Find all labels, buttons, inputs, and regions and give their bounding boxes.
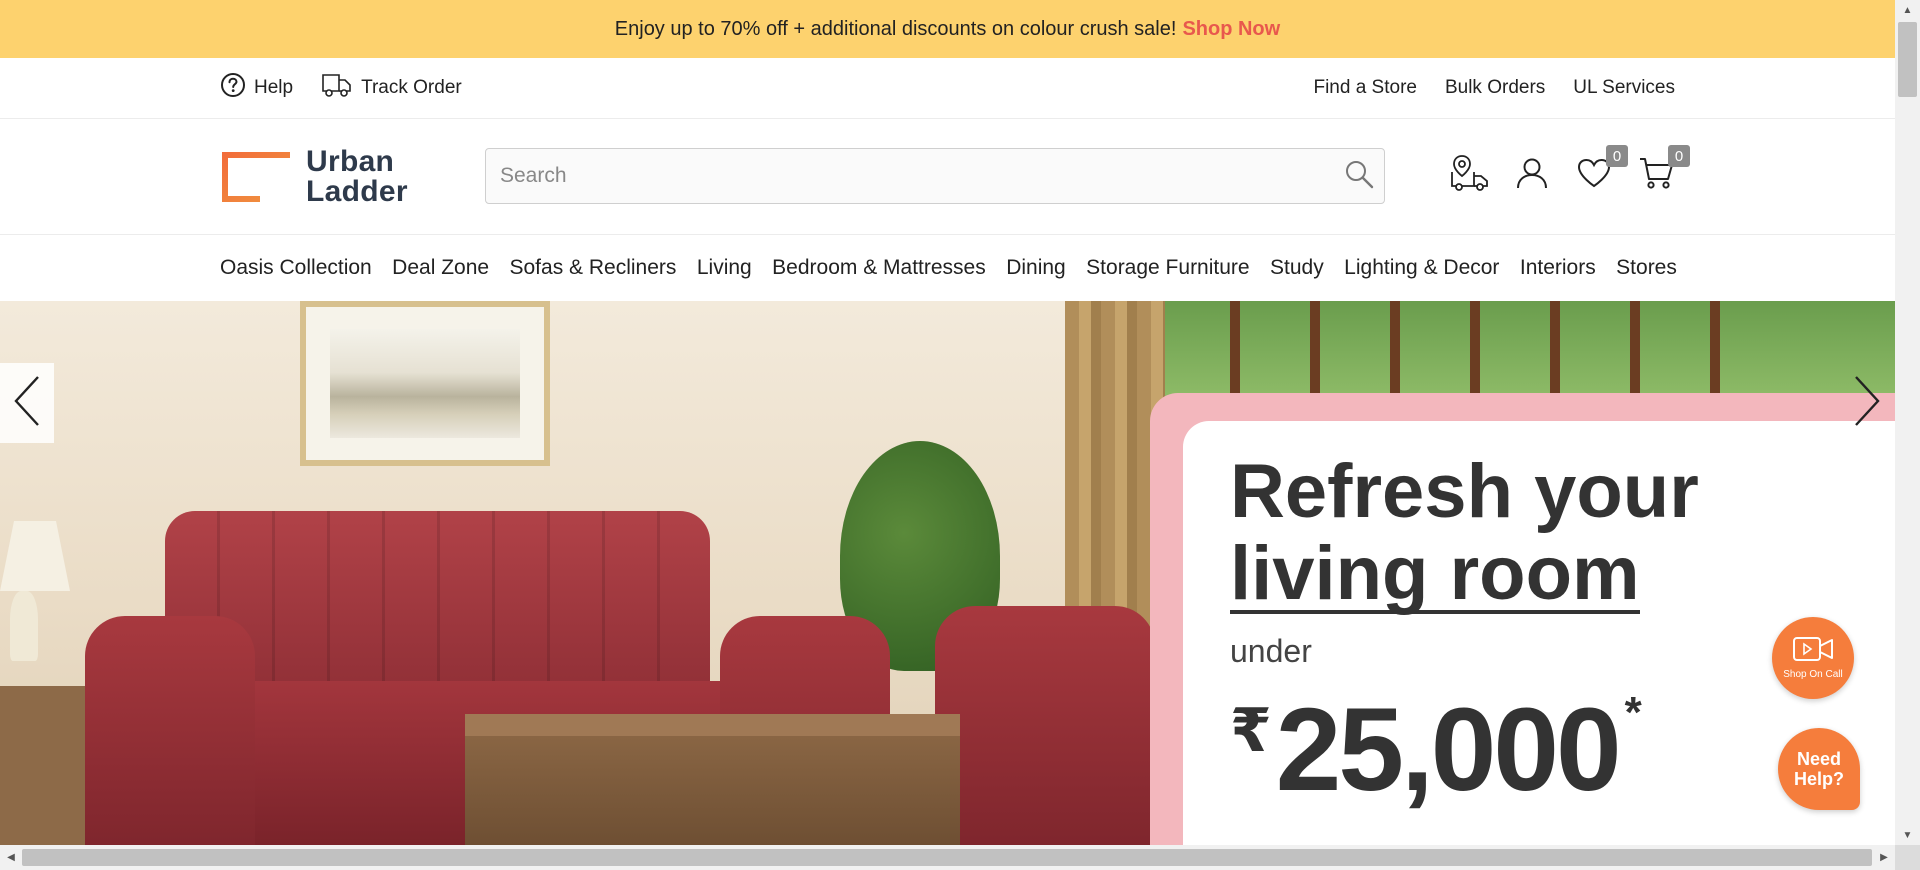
store-delivery-button[interactable] <box>1450 154 1490 197</box>
scroll-up-arrow-icon[interactable]: ▲ <box>1895 0 1920 20</box>
logo-line-1: Urban <box>306 144 395 178</box>
search-bar <box>485 148 1385 204</box>
hero-title: Refresh your living room <box>1230 451 1699 615</box>
location-truck-icon <box>1450 154 1490 197</box>
track-order-label: Track Order <box>361 77 462 98</box>
bulk-orders-link[interactable]: Bulk Orders <box>1445 77 1545 99</box>
nav-item-sofas-recliners[interactable]: Sofas & Recliners <box>510 256 677 280</box>
hero-under-text: under <box>1230 633 1312 669</box>
shop-now-link[interactable]: Shop Now <box>1182 18 1280 41</box>
video-camera-icon <box>1792 636 1834 665</box>
logo-line-2: Ladder <box>306 174 408 208</box>
carousel-next-button[interactable] <box>1840 363 1894 443</box>
nav-item-storage-furniture[interactable]: Storage Furniture <box>1086 256 1249 280</box>
page: Enjoy up to 70% off + additional discoun… <box>0 0 1895 845</box>
search-input[interactable] <box>486 149 1334 203</box>
price-asterisk: * <box>1624 688 1642 737</box>
nav-item-oasis-collection[interactable]: Oasis Collection <box>220 256 372 280</box>
site-header: Urban Ladder Search 0 0 <box>0 119 1895 235</box>
scrollbar-corner <box>1895 845 1920 870</box>
logo-text: Urban Ladder <box>306 144 408 208</box>
shop-on-call-label: Shop On Call <box>1783 669 1843 680</box>
carousel-prev-button[interactable] <box>0 363 54 443</box>
nav-item-dining[interactable]: Dining <box>1006 256 1066 280</box>
utility-left: Help Track Order <box>220 71 462 105</box>
scroll-left-arrow-icon[interactable]: ◀ <box>0 845 22 870</box>
cart-button[interactable]: 0 <box>1636 145 1690 195</box>
help-link[interactable]: Help <box>220 72 293 104</box>
help-label: Help <box>254 77 294 98</box>
armchair <box>935 606 1155 845</box>
vertical-scroll-thumb[interactable] <box>1898 22 1917 97</box>
lamp-base <box>10 591 38 661</box>
nav-item-bedroom-mattresses[interactable]: Bedroom & Mattresses <box>772 256 986 280</box>
nav-item-interiors[interactable]: Interiors <box>1520 256 1596 280</box>
nav-item-living[interactable]: Living <box>697 256 752 280</box>
search-button[interactable] <box>1334 151 1384 201</box>
chevron-right-icon <box>1852 373 1882 434</box>
coffee-table-top <box>465 714 960 736</box>
hero-title-line-1: Refresh your <box>1230 449 1699 534</box>
nav-item-study[interactable]: Study <box>1270 256 1324 280</box>
search-icon <box>1344 159 1374 194</box>
header-icons: 0 0 <box>1450 145 1690 197</box>
logo-mark-icon <box>220 150 292 204</box>
help-circle-icon <box>220 72 246 104</box>
wall-art-frame <box>300 301 550 466</box>
promo-text: Enjoy up to 70% off + additional discoun… <box>614 17 1177 40</box>
chevron-left-icon <box>12 373 42 434</box>
need-help-chat-button[interactable]: Need Help? <box>1778 728 1860 810</box>
sofa-left-arm <box>85 616 255 845</box>
account-button[interactable] <box>1512 155 1552 195</box>
delivery-truck-icon <box>321 71 353 105</box>
rupee-symbol: ₹ <box>1230 697 1272 764</box>
utility-right: Find a Store Bulk Orders UL Services <box>1313 77 1675 99</box>
horizontal-scroll-thumb[interactable] <box>22 849 1872 866</box>
cart-count-badge: 0 <box>1668 145 1690 167</box>
find-store-link[interactable]: Find a Store <box>1313 77 1417 99</box>
horizontal-scrollbar[interactable]: ◀ ▶ <box>0 845 1895 870</box>
wishlist-count-badge: 0 <box>1606 145 1628 167</box>
promo-bar: Enjoy up to 70% off + additional discoun… <box>0 0 1895 58</box>
urban-ladder-logo[interactable]: Urban Ladder <box>220 144 485 208</box>
utility-bar: Help Track Order Find a Store Bulk Order… <box>0 58 1895 119</box>
wishlist-button[interactable]: 0 <box>1574 145 1628 195</box>
nav-item-lighting-decor[interactable]: Lighting & Decor <box>1344 256 1499 280</box>
price-amount: 25,000 <box>1275 684 1622 816</box>
scroll-right-arrow-icon[interactable]: ▶ <box>1873 845 1895 870</box>
window-frame <box>1160 301 1780 401</box>
ul-services-link[interactable]: UL Services <box>1573 77 1675 99</box>
nav-item-deal-zone[interactable]: Deal Zone <box>392 256 489 280</box>
nav-item-stores[interactable]: Stores <box>1616 256 1677 280</box>
user-icon <box>1515 156 1549 195</box>
track-order-link[interactable]: Track Order <box>321 71 462 105</box>
category-nav: Oasis Collection Deal Zone Sofas & Recli… <box>0 235 1895 301</box>
vertical-scrollbar[interactable]: ▲ ▼ <box>1895 0 1920 845</box>
hero-banner[interactable]: Refresh your living room under ₹ 25,000 … <box>0 301 1895 845</box>
scroll-down-arrow-icon[interactable]: ▼ <box>1895 825 1920 845</box>
hero-title-line-2: living room <box>1230 531 1640 616</box>
hero-price: ₹ 25,000 * <box>1230 684 1642 816</box>
shop-on-call-button[interactable]: Shop On Call <box>1772 617 1854 699</box>
